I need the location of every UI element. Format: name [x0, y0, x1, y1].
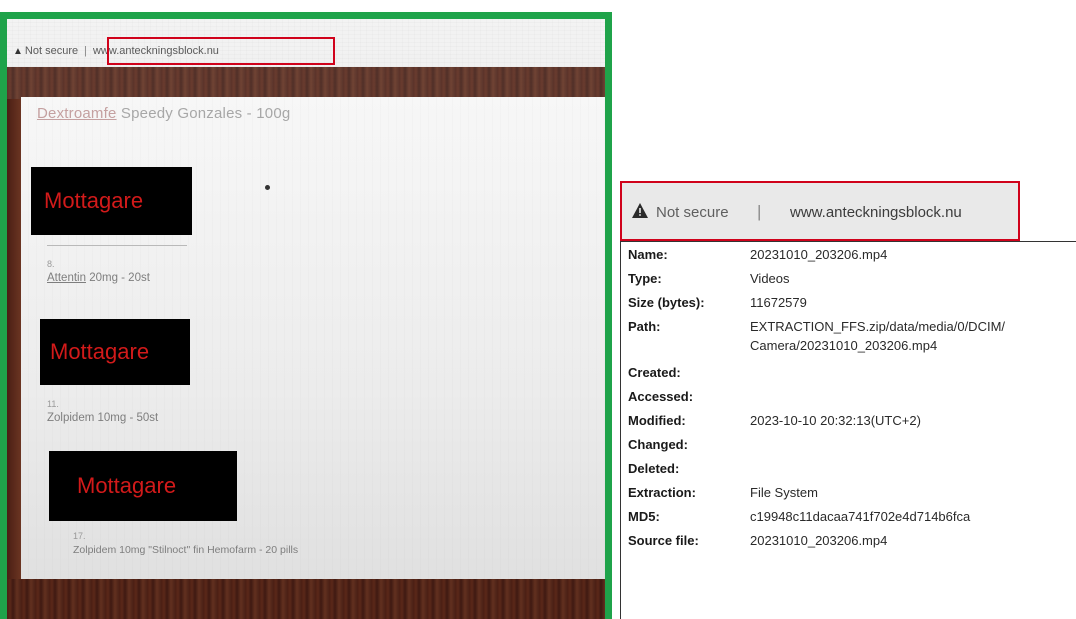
heading-text: Speedy Gonzales - 100g	[116, 105, 291, 122]
property-label: Changed:	[628, 437, 688, 452]
not-secure-label: Not secure	[656, 204, 729, 221]
file-properties-table: Name: 20231010_203206.mp4 Type: Videos S…	[620, 241, 1076, 619]
property-label: Name:	[628, 247, 668, 262]
item-text: Zolpidem 10mg "Stilnoct" fin Hemofarm - …	[73, 544, 299, 556]
address-separator: |	[757, 202, 762, 221]
property-label: Modified:	[628, 413, 686, 428]
property-label: Created:	[628, 365, 681, 380]
redaction-box: Mottagare	[49, 451, 237, 521]
property-value: File System	[750, 485, 818, 500]
property-value: 20231010_203206.mp4	[750, 533, 888, 548]
photo-not-secure: Not secure	[24, 45, 79, 57]
item-number: 8.	[47, 259, 55, 269]
photographed-screen: ▲ Not secure | www.anteckningsblock.nu Dext…	[7, 19, 605, 619]
property-label: Deleted:	[628, 461, 680, 476]
redaction-label: Mottagare	[50, 339, 150, 364]
wood-background	[7, 67, 605, 101]
redaction-box: Mottagare	[40, 319, 190, 385]
listing-heading: Dextroamfe Speedy Gonzales - 100g	[37, 105, 290, 122]
url-text: www.anteckningsblock.nu	[790, 204, 962, 221]
property-label: Path:	[628, 319, 661, 334]
screen-speck	[265, 185, 270, 190]
wood-edge	[7, 99, 21, 589]
warning-icon	[632, 203, 648, 222]
redaction-label: Mottagare	[44, 188, 144, 213]
item-number: 11.	[47, 399, 59, 409]
wood-background-bottom	[7, 579, 605, 619]
photo-content: ▲ Not secure | www.anteckningsblock.nu Dext…	[7, 19, 605, 619]
evidence-photo: ▲ Not secure | www.anteckningsblock.nu Dext…	[0, 12, 612, 619]
redaction-label: Mottagare	[77, 473, 177, 498]
list-item: 17. Zolpidem 10mg "Stilnoct" fin Hemofar…	[73, 529, 298, 557]
item-text: Zolpidem 10mg - 50st	[47, 412, 159, 424]
property-value: c19948c11dacaa741f702e4d714b6fca	[750, 509, 971, 524]
property-value: 11672579	[750, 295, 807, 310]
address-bar-highlight: Not secure | www.anteckningsblock.nu	[620, 181, 1020, 241]
item-number: 17.	[73, 531, 86, 541]
list-item: 11. Zolpidem 10mg - 50st	[47, 397, 158, 425]
photo-separator: |	[84, 45, 87, 57]
property-value: EXTRACTION_FFS.zip/data/media/0/DCIM/	[750, 319, 1006, 334]
list-item: 8. Attentin 20mg - 20st	[47, 257, 150, 285]
property-value: 2023-10-10 20:32:13(UTC+2)	[750, 413, 921, 428]
redaction-box: Mottagare	[31, 167, 192, 235]
property-value-continued: Camera/20231010_203206.mp4	[750, 338, 938, 353]
property-label: Source file:	[628, 533, 699, 548]
property-label: Type:	[628, 271, 662, 286]
item-name: Attentin	[47, 272, 86, 284]
item-text: 20mg - 20st	[86, 272, 150, 284]
warning-icon: ▲	[13, 46, 23, 57]
divider	[47, 245, 187, 246]
property-label: MD5:	[628, 509, 660, 524]
property-value: 20231010_203206.mp4	[750, 247, 888, 262]
property-label: Size (bytes):	[628, 295, 705, 310]
photo-url-highlight	[107, 37, 335, 65]
property-label: Accessed:	[628, 389, 694, 404]
heading-obscured: Dextroamfe	[37, 105, 117, 122]
property-value: Videos	[750, 271, 790, 286]
property-label: Extraction:	[628, 485, 696, 500]
